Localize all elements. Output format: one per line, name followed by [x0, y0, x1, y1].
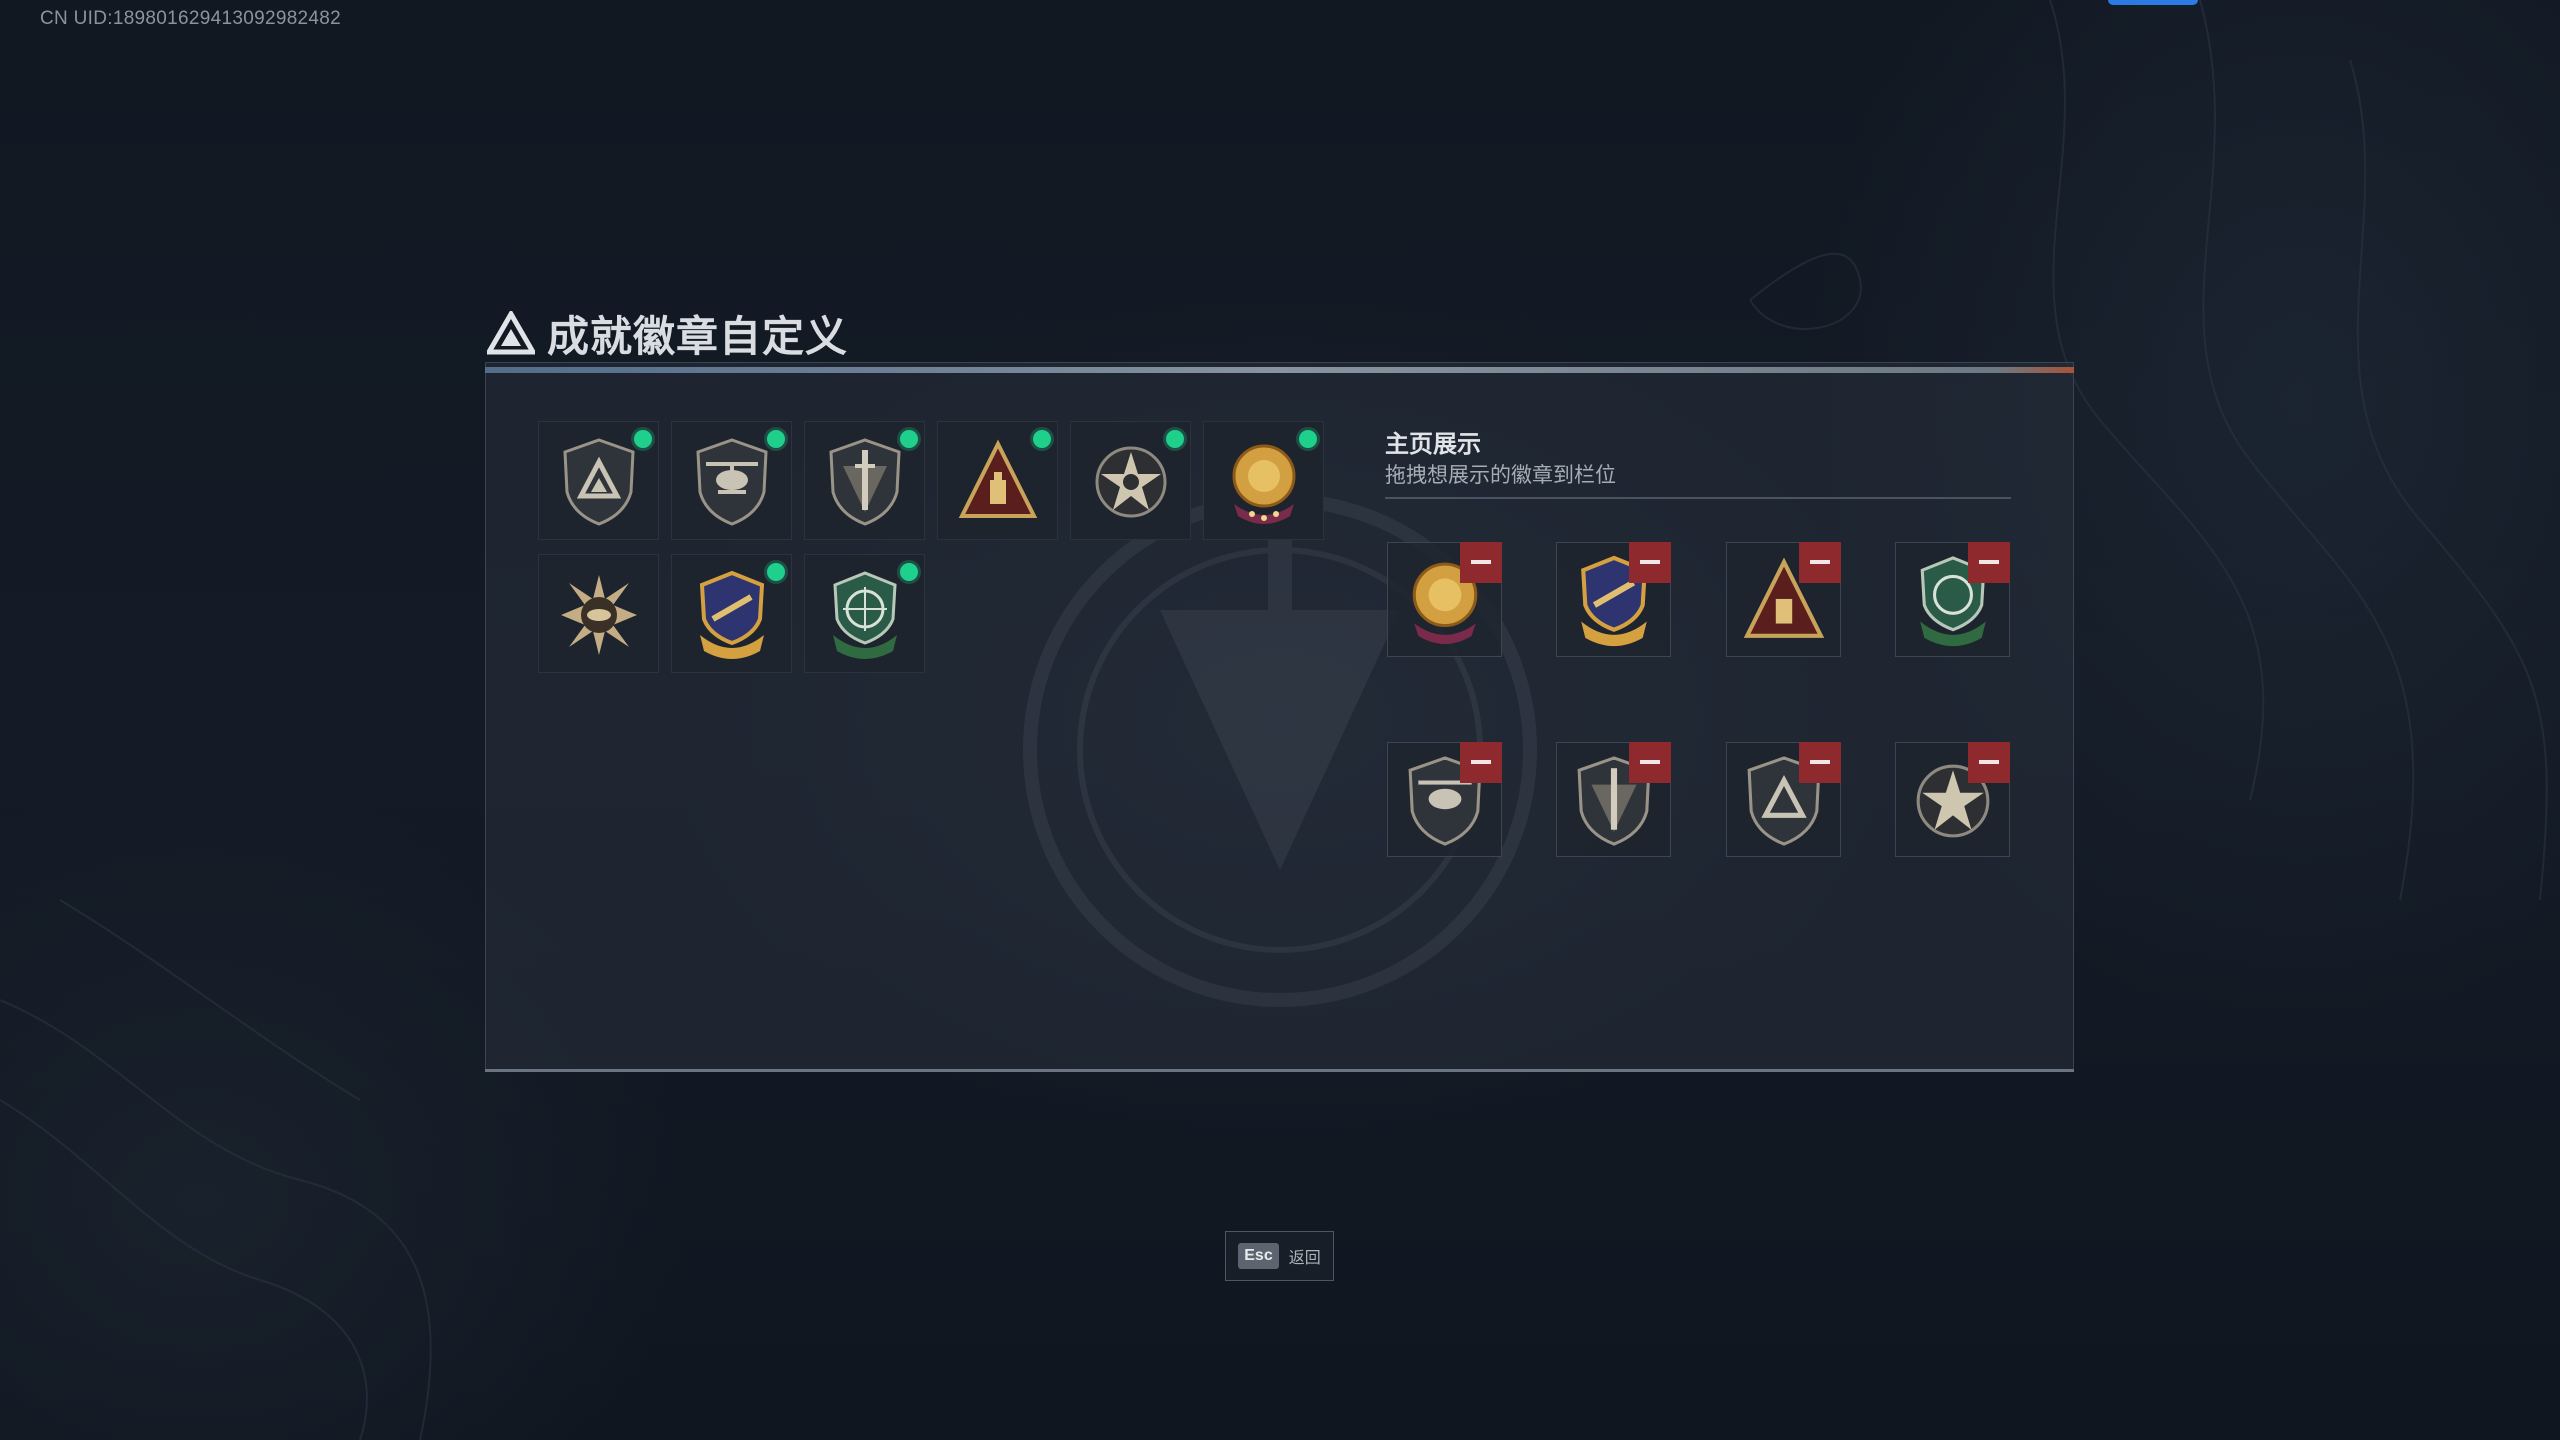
showcase-title: 主页展示	[1385, 431, 1481, 458]
showcase-slot[interactable]	[1895, 542, 2010, 657]
showcase-slot[interactable]	[1726, 542, 1841, 657]
delta-shield-badge-icon	[563, 438, 635, 526]
remove-badge-button[interactable]	[1968, 742, 2010, 783]
showcase-slot[interactable]	[1556, 542, 1671, 657]
badge-slot[interactable]	[671, 421, 792, 540]
panel-top-bar	[485, 367, 2074, 373]
equipped-indicator	[1033, 430, 1051, 448]
equipped-indicator	[634, 430, 652, 448]
equipped-indicator	[1299, 430, 1317, 448]
dagger-shield-badge-icon	[829, 438, 901, 526]
remove-badge-button[interactable]	[1799, 742, 1841, 783]
lion-crest-badge-icon	[1232, 444, 1296, 524]
pyramid-badge-icon	[958, 439, 1038, 518]
equipped-indicator	[1166, 430, 1184, 448]
remove-badge-button[interactable]	[1460, 742, 1502, 783]
badge-slot[interactable]	[1070, 421, 1191, 540]
badge-slot[interactable]	[671, 554, 792, 673]
showcase-slot[interactable]	[1387, 742, 1502, 857]
equipped-indicator	[900, 563, 918, 581]
showcase-slot[interactable]	[1895, 742, 2010, 857]
sunburst-eye-badge-icon	[561, 575, 637, 655]
helicopter-badge-icon	[696, 438, 768, 526]
showcase-slot[interactable]	[1556, 742, 1671, 857]
showcase-subtitle: 拖拽想展示的徽章到栏位	[1385, 464, 1616, 487]
esc-key-hint: Esc	[1238, 1243, 1279, 1269]
page-title: 成就徽章自定义	[547, 312, 849, 360]
remove-badge-button[interactable]	[1629, 742, 1671, 783]
uid-label: CN UID:189801629413092982482	[40, 8, 342, 29]
badge-slot[interactable]	[937, 421, 1058, 540]
remove-badge-button[interactable]	[1629, 542, 1671, 583]
badge-slot[interactable]	[804, 554, 925, 673]
badge-slot[interactable]	[538, 421, 659, 540]
remove-badge-button[interactable]	[1799, 542, 1841, 583]
green-scope-badge-icon	[833, 571, 897, 659]
equipped-indicator	[767, 563, 785, 581]
remove-badge-button[interactable]	[1968, 542, 2010, 583]
equipped-indicator	[900, 430, 918, 448]
skull-star-badge-icon	[1095, 446, 1167, 518]
back-label: 返回	[1288, 1250, 1321, 1267]
badge-slot[interactable]	[538, 554, 659, 673]
remove-badge-button[interactable]	[1460, 542, 1502, 583]
badge-slot[interactable]	[1203, 421, 1324, 540]
showcase-slot[interactable]	[1387, 542, 1502, 657]
top-indicator	[2108, 0, 2198, 5]
showcase-slot[interactable]	[1726, 742, 1841, 857]
equipped-indicator	[767, 430, 785, 448]
rifle-crest-badge-icon	[699, 570, 765, 659]
back-button[interactable]: Esc 返回	[1225, 1231, 1334, 1281]
badge-slot[interactable]	[804, 421, 925, 540]
showcase-divider	[1385, 497, 2011, 499]
page-title-area: 成就徽章自定义	[487, 306, 848, 360]
delta-logo-icon	[487, 311, 535, 355]
panel-bottom-bar	[485, 1069, 2074, 1072]
